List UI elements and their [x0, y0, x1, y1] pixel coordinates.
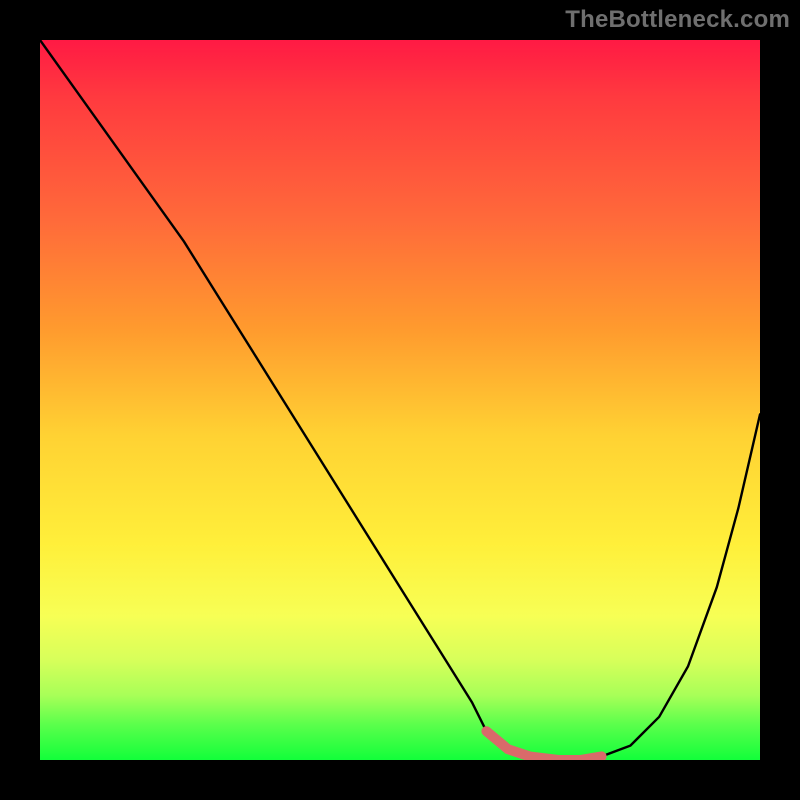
chart-frame: TheBottleneck.com: [0, 0, 800, 800]
curve-svg: [40, 40, 760, 760]
plot-area: [40, 40, 760, 760]
bottleneck-curve: [40, 40, 760, 760]
optimal-range-marker: [486, 731, 601, 760]
watermark-text: TheBottleneck.com: [565, 6, 790, 34]
